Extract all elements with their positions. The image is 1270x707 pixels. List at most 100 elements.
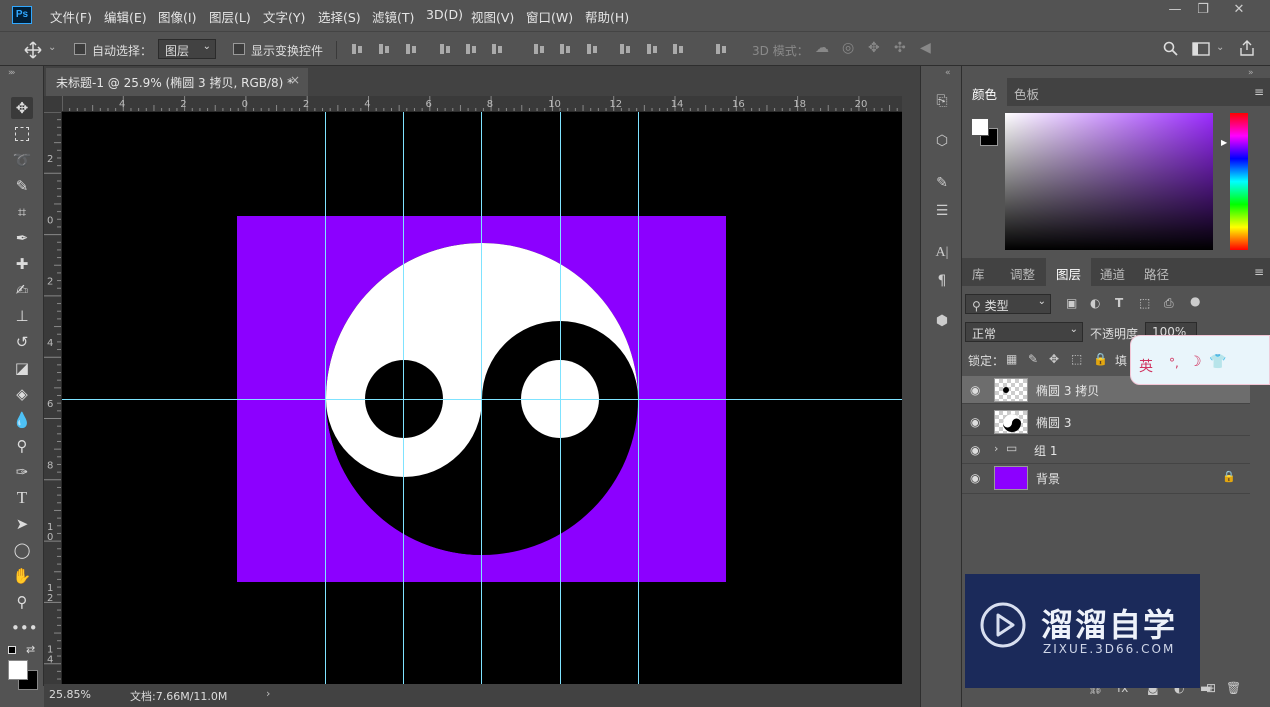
layer-name[interactable]: 椭圆 3 拷贝 (1036, 382, 1099, 399)
distribute-bottom-icon[interactable] (585, 42, 599, 56)
ime-language[interactable]: 英 (1139, 356, 1153, 376)
visibility-eye-icon[interactable]: ◉ (970, 471, 984, 485)
move-icon[interactable]: ✥ (11, 97, 33, 119)
search-icon[interactable] (1163, 41, 1179, 57)
quick-select-icon[interactable]: ✎ (11, 175, 33, 197)
type-icon[interactable]: T (11, 487, 33, 509)
hue-marker-icon[interactable]: ▶ (1221, 138, 1227, 147)
move-tool-preset-icon[interactable] (24, 41, 42, 59)
close-tab-icon[interactable]: × (290, 73, 300, 87)
close-window-button[interactable]: ✕ (1226, 2, 1252, 20)
filter-shape-icon[interactable]: ⬚ (1139, 296, 1150, 310)
3d-pan-icon[interactable]: ✥ (868, 40, 880, 56)
layer-group-row[interactable]: ◉ › ▭ 组 1 (962, 436, 1250, 464)
layer-row[interactable]: ◉ 背景 🔒 (962, 464, 1250, 494)
vertical-scrollbar[interactable] (902, 96, 920, 684)
menu-edit[interactable]: 编辑(E) (104, 7, 147, 26)
collapse-icon[interactable]: « (945, 68, 951, 78)
default-colors-icon[interactable] (8, 646, 16, 654)
3d-roll-icon[interactable]: ◎ (842, 40, 854, 56)
menu-select[interactable]: 选择(S) (318, 7, 361, 26)
zoom-level[interactable]: 25.85% (49, 688, 91, 701)
auto-select-dropdown[interactable]: 图层 ⌄ (158, 39, 216, 59)
menu-view[interactable]: 视图(V) (471, 7, 514, 26)
panel-menu-icon[interactable]: ≡ (1254, 265, 1264, 279)
swap-colors-icon[interactable]: ⇄ (26, 643, 35, 656)
share-icon[interactable] (1239, 40, 1255, 56)
new-layer-icon[interactable]: ⊞ (1206, 681, 1216, 695)
ellipse-icon[interactable]: ◯ (11, 539, 33, 561)
minimize-button[interactable]: — (1162, 2, 1188, 20)
layer-filter-dropdown[interactable]: ⚲ 类型 ⌄ (965, 294, 1051, 314)
tab-color[interactable]: 颜色 (962, 78, 1008, 106)
brush-panel-icon[interactable]: ✎ (931, 172, 953, 194)
tab-paths[interactable]: 路径 (1134, 258, 1179, 286)
3d-panel-icon[interactable]: ⬡ (931, 130, 953, 152)
menu-image[interactable]: 图像(I) (158, 7, 196, 26)
distribute-hcenter-icon[interactable] (645, 42, 659, 56)
filter-toggle-icon[interactable]: ● (1190, 294, 1200, 308)
visibility-eye-icon[interactable]: ◉ (970, 415, 984, 429)
status-menu-arrow[interactable]: › (266, 687, 270, 700)
filter-smart-object-icon[interactable]: ⎙ (1164, 296, 1174, 311)
layer-name[interactable]: 背景 (1036, 470, 1060, 487)
lock-all-icon[interactable]: 🔒 (1093, 352, 1108, 366)
filter-adjustment-icon[interactable]: ◐ (1090, 296, 1100, 310)
clone-stamp-icon[interactable]: ⊥ (11, 305, 33, 327)
moon-icon[interactable]: ☽ (1189, 354, 1202, 370)
document-canvas[interactable] (62, 112, 902, 684)
distribute-right-icon[interactable] (671, 42, 685, 56)
ime-toolbar[interactable]: 英 °, ☽ 👕 (1130, 335, 1270, 385)
menu-type[interactable]: 文字(Y) (263, 7, 305, 26)
menu-3d[interactable]: 3D(D) (426, 7, 463, 22)
align-left-icon[interactable] (438, 42, 452, 56)
tab-adjustments[interactable]: 调整 (1000, 258, 1045, 286)
lock-transparent-icon[interactable]: ▦ (1006, 352, 1017, 366)
collapse-icon[interactable]: » (1248, 68, 1254, 78)
menu-filter[interactable]: 滤镜(T) (372, 7, 414, 26)
guides[interactable] (62, 112, 902, 684)
brush-settings-icon[interactable]: ☰ (931, 200, 953, 222)
shirt-icon[interactable]: 👕 (1209, 354, 1226, 370)
color-field[interactable] (1005, 113, 1213, 250)
distribute-top-icon[interactable] (532, 42, 546, 56)
hue-slider[interactable] (1230, 113, 1248, 250)
tab-layers[interactable]: 图层 (1046, 258, 1092, 286)
punctuation-icon[interactable]: °, (1169, 356, 1179, 370)
lock-position-icon[interactable]: ✥ (1049, 352, 1059, 366)
expand-chevron-icon[interactable]: › (994, 442, 998, 455)
distribute-vcenter-icon[interactable] (558, 42, 572, 56)
history-brush-icon[interactable]: ↺ (11, 331, 33, 353)
history-panel-icon[interactable]: ⎘ (931, 90, 953, 112)
chevron-down-icon[interactable]: ⌄ (1216, 42, 1224, 53)
eraser-icon[interactable]: ◪ (11, 357, 33, 379)
collapse-icon[interactable]: » (10, 68, 16, 78)
trash-icon[interactable]: 🗑 (1226, 681, 1241, 695)
auto-align-icon[interactable] (714, 42, 728, 56)
menu-file[interactable]: 文件(F) (50, 7, 92, 26)
3d-orbit-icon[interactable]: ☁ (815, 40, 829, 56)
horizontal-ruler[interactable]: 4 2 0 2 4 6 8 10 12 14 16 18 20 (62, 96, 902, 112)
eyedropper-icon[interactable]: ✒ (11, 227, 33, 249)
align-hcenter-icon[interactable] (464, 42, 478, 56)
more-tools-icon[interactable]: ••• (11, 617, 38, 639)
menu-window[interactable]: 窗口(W) (526, 7, 573, 26)
document-tab[interactable]: 未标题-1 @ 25.9% (椭圆 3 拷贝, RGB/8) * × (46, 68, 308, 96)
3d-object-icon[interactable]: ⬢ (931, 310, 953, 332)
filter-type-icon[interactable]: T (1115, 296, 1123, 310)
align-vcenter-icon[interactable] (377, 42, 391, 56)
visibility-eye-icon[interactable]: ◉ (970, 443, 984, 457)
align-top-icon[interactable] (350, 42, 364, 56)
pen-icon[interactable]: ✑ (11, 461, 33, 483)
rect-marquee-icon[interactable] (11, 123, 33, 145)
hand-icon[interactable]: ✋ (11, 565, 33, 587)
tab-channels[interactable]: 通道 (1090, 258, 1135, 286)
tab-swatches[interactable]: 色板 (1004, 78, 1049, 106)
auto-select-checkbox[interactable] (74, 43, 86, 55)
path-select-icon[interactable]: ➤ (11, 513, 33, 535)
align-bottom-icon[interactable] (404, 42, 418, 56)
lasso-icon[interactable]: ➰ (11, 149, 33, 171)
crop-icon[interactable]: ⌗ (11, 201, 33, 223)
panel-menu-icon[interactable]: ≡ (1254, 85, 1264, 99)
paragraph-panel-icon[interactable]: ¶ (931, 270, 953, 292)
